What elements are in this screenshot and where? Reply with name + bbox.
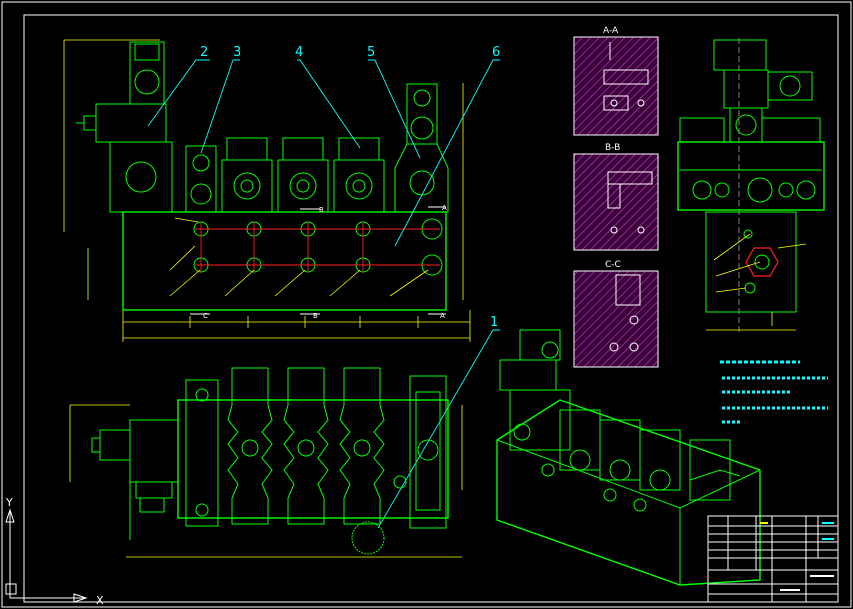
section-mark-a-top: A xyxy=(442,204,447,212)
section-mark-b-top: B xyxy=(319,206,324,214)
front-view: C B B A A xyxy=(63,39,471,342)
balloon-3: 3 xyxy=(233,45,241,60)
ucs-icon: Y X xyxy=(5,496,104,607)
technical-notes xyxy=(720,360,828,424)
isometric-view xyxy=(496,329,761,586)
side-view xyxy=(677,38,825,332)
balloon-1: 1 xyxy=(490,315,498,330)
balloon-leaders xyxy=(147,59,500,529)
balloon-4: 4 xyxy=(295,45,303,60)
balloon-5: 5 xyxy=(367,45,375,60)
axis-label-x: X xyxy=(96,594,104,607)
axis-label-y: Y xyxy=(5,496,13,509)
section-views: A-A B-B C-C xyxy=(573,26,659,368)
section-mark-a: A xyxy=(440,312,445,320)
section-label-bb: B-B xyxy=(605,143,620,153)
section-mark-b: B xyxy=(313,312,318,320)
cad-drawing-canvas: C B B A A 2 3 4 5 6 1 A-A B-B C-C Y X xyxy=(1,1,852,608)
section-mark-c: C xyxy=(203,312,208,320)
section-label-cc: C-C xyxy=(605,260,621,270)
title-block xyxy=(707,515,839,603)
balloon-6: 6 xyxy=(492,45,500,60)
top-view xyxy=(69,367,463,558)
balloon-2: 2 xyxy=(200,45,208,60)
section-label-aa: A-A xyxy=(603,26,619,36)
